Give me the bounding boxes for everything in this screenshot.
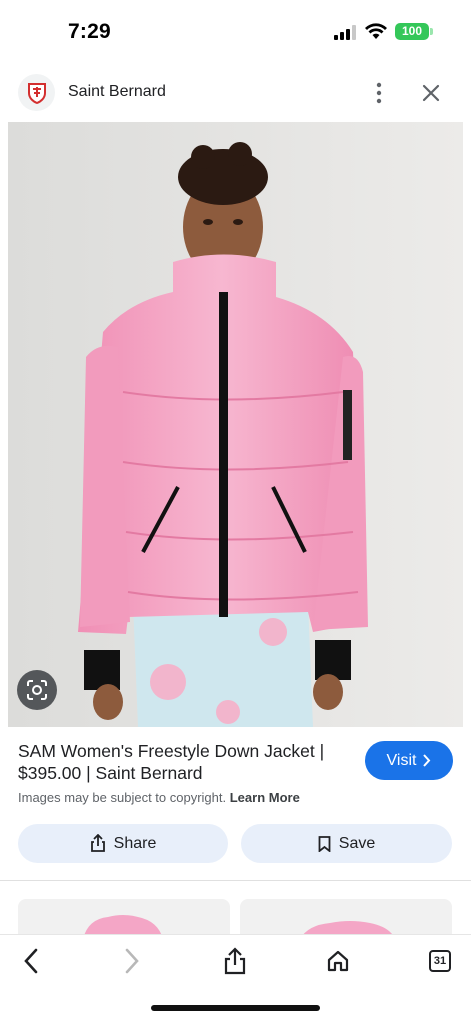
share-button[interactable]: Share (18, 824, 228, 863)
bookmark-icon (318, 835, 331, 852)
site-name[interactable]: Saint Bernard (68, 83, 166, 101)
learn-more-link[interactable]: Learn More (230, 790, 300, 805)
lens-button[interactable] (17, 670, 57, 710)
chevron-right-icon[interactable] (118, 947, 146, 975)
jacket-photo (8, 122, 463, 727)
result-header: Saint Bernard (0, 70, 471, 116)
lens-icon (27, 680, 47, 700)
home-icon[interactable] (324, 947, 352, 975)
close-icon[interactable] (419, 81, 443, 105)
related-image[interactable] (18, 899, 230, 939)
visit-label: Visit (386, 751, 417, 769)
battery-cap (430, 28, 433, 35)
share-label: Share (113, 834, 157, 852)
divider (0, 880, 471, 881)
tabs-count: 31 (429, 950, 451, 972)
cellular-signal-icon (334, 25, 358, 40)
product-image[interactable] (8, 122, 463, 727)
status-time: 7:29 (68, 20, 111, 43)
related-jacket-thumbnail (83, 915, 163, 939)
status-bar: 7:29 100 (0, 0, 471, 62)
related-jacket-thumbnail (300, 921, 395, 939)
copyright-notice: Images may be subject to copyright. Lear… (18, 790, 300, 805)
more-vert-icon[interactable] (368, 81, 390, 105)
chevron-left-icon[interactable] (17, 947, 45, 975)
tabs-button[interactable]: 31 (426, 947, 454, 975)
saint-bernard-shield-icon[interactable] (18, 74, 55, 111)
product-title[interactable]: SAM Women's Freestyle Down Jacket | $395… (18, 740, 358, 784)
save-button[interactable]: Save (241, 824, 452, 863)
visit-button[interactable]: Visit (365, 741, 453, 780)
share-icon (90, 834, 105, 852)
save-label: Save (338, 834, 376, 852)
related-image[interactable] (240, 899, 452, 939)
copyright-text: Images may be subject to copyright. (18, 790, 227, 805)
home-indicator (151, 1005, 320, 1011)
chevron-right-icon (423, 754, 431, 767)
battery-indicator: 100 (395, 23, 429, 40)
share-icon[interactable] (221, 947, 249, 975)
wifi-icon (365, 23, 387, 39)
